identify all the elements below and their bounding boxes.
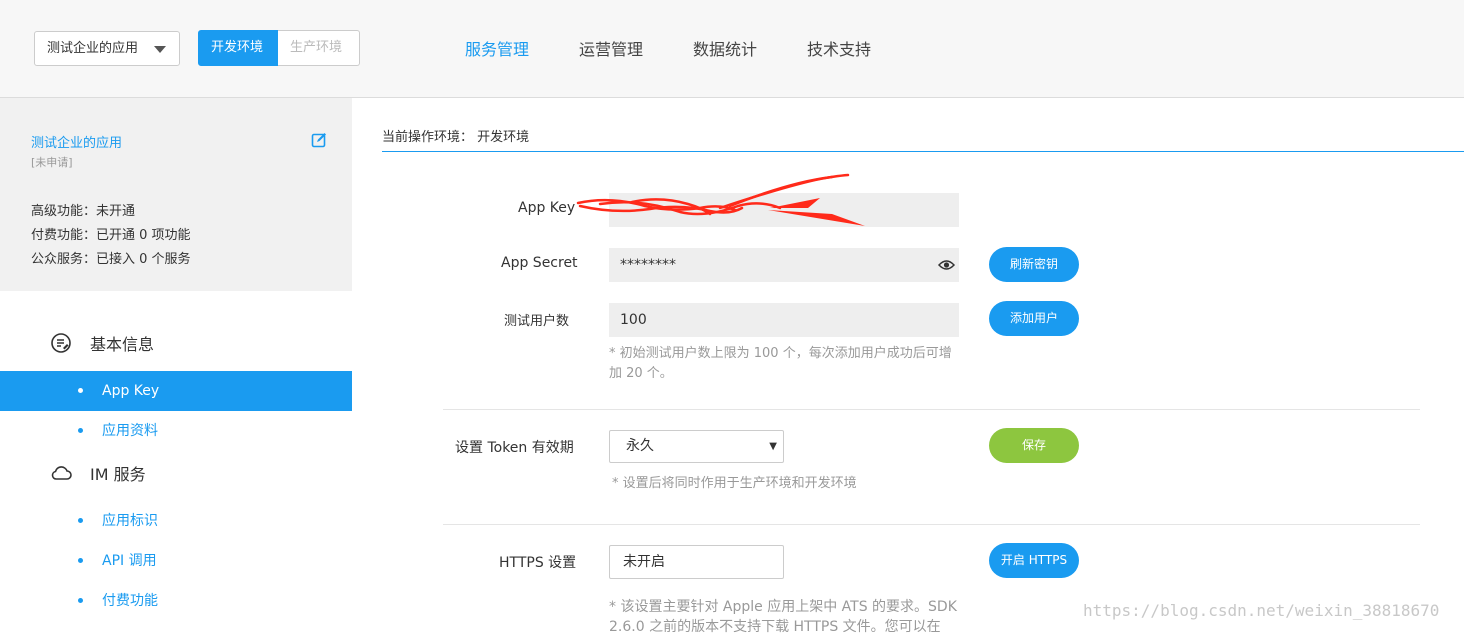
app-select-value: 测试企业的应用 bbox=[47, 41, 139, 56]
app-summary: 测试企业的应用 [未申请] 高级功能：未开通 付费功能：已开通 0 项功能 公众… bbox=[0, 98, 352, 291]
add-user-button[interactable]: 添加用户 bbox=[989, 301, 1079, 336]
bullet-icon bbox=[78, 387, 83, 393]
sidebar-item-label: 应用标识 bbox=[102, 513, 158, 529]
token-hint: * 设置后将同时作用于生产环境和开发环境 bbox=[612, 476, 857, 491]
sidebar-item-app-key[interactable]: App Key bbox=[0, 371, 352, 411]
app-secret-value: ******** bbox=[620, 257, 676, 273]
sidebar-item-paid-features[interactable]: 付费功能 bbox=[0, 581, 352, 621]
sidebar-item-label: 付费功能 bbox=[102, 593, 158, 609]
bullet-icon bbox=[78, 557, 83, 563]
nav-operations[interactable]: 运营管理 bbox=[579, 36, 643, 60]
section-divider bbox=[443, 409, 1420, 410]
sidebar-item-app-info[interactable]: 应用资料 bbox=[0, 411, 352, 451]
chevron-down-icon bbox=[154, 46, 166, 53]
https-status-field: 未开启 bbox=[609, 545, 784, 579]
bullet-icon bbox=[78, 427, 83, 433]
section-divider bbox=[443, 524, 1420, 525]
environment-switch: 开发环境 生产环境 bbox=[198, 30, 360, 66]
watermark: https://blog.csdn.net/weixin_38818670 bbox=[1083, 601, 1440, 620]
sidebar: 测试企业的应用 [未申请] 高级功能：未开通 付费功能：已开通 0 项功能 公众… bbox=[0, 98, 352, 631]
section-basic-info-label: 基本信息 bbox=[90, 335, 155, 354]
sidebar-item-label: App Key bbox=[102, 383, 160, 399]
app-status: [未申请] bbox=[31, 156, 73, 169]
env-underline bbox=[382, 151, 1464, 152]
nav-statistics[interactable]: 数据统计 bbox=[693, 36, 757, 60]
bullet-icon bbox=[78, 517, 83, 523]
app-secret-label: App Secret bbox=[501, 255, 578, 271]
test-users-field[interactable]: 100 bbox=[609, 303, 959, 337]
summary-advanced: 高级功能：未开通 bbox=[31, 204, 136, 219]
section-im-service-label: IM 服务 bbox=[90, 465, 146, 484]
dropdown-arrow-icon: ▼ bbox=[769, 441, 777, 452]
https-label: HTTPS 设置 bbox=[499, 555, 577, 571]
https-status-value: 未开启 bbox=[623, 554, 665, 570]
section-basic-info[interactable]: 基本信息 bbox=[50, 331, 154, 355]
summary-public: 公众服务：已接入 0 个服务 bbox=[31, 252, 191, 267]
summary-paid: 付费功能：已开通 0 项功能 bbox=[31, 228, 191, 243]
sidebar-item-label: API 调用 bbox=[102, 553, 157, 569]
sidebar-item-api-calls[interactable]: API 调用 bbox=[0, 541, 352, 581]
refresh-key-button[interactable]: 刷新密钥 bbox=[989, 247, 1079, 282]
eye-icon[interactable] bbox=[938, 258, 955, 272]
bullet-icon bbox=[78, 597, 83, 603]
token-label: 设置 Token 有效期 bbox=[455, 440, 574, 456]
app-key-label: App Key bbox=[518, 200, 576, 216]
enable-https-button[interactable]: 开启 HTTPS bbox=[989, 543, 1079, 578]
app-name[interactable]: 测试企业的应用 bbox=[31, 132, 122, 151]
sidebar-item-label: 应用资料 bbox=[102, 423, 158, 439]
token-validity-select[interactable]: 永久 ▼ bbox=[609, 430, 784, 463]
sidebar-item-app-id[interactable]: 应用标识 bbox=[0, 501, 352, 541]
test-users-label: 测试用户数 bbox=[504, 314, 570, 329]
https-hint: * 该设置主要针对 Apple 应用上架中 ATS 的要求。SDK 2.6.0 … bbox=[609, 599, 957, 635]
edit-icon[interactable] bbox=[311, 132, 327, 148]
save-button[interactable]: 保存 bbox=[989, 428, 1079, 463]
top-bar: 测试企业的应用 开发环境 生产环境 服务管理 运营管理 数据统计 技术支持 bbox=[0, 0, 1464, 98]
cloud-icon bbox=[51, 466, 72, 480]
test-users-value: 100 bbox=[620, 312, 647, 328]
annotation-scribble bbox=[576, 173, 865, 226]
document-list-icon bbox=[51, 333, 71, 353]
app-select[interactable]: 测试企业的应用 bbox=[34, 31, 180, 66]
current-env-label: 当前操作环境： 开发环境 bbox=[382, 130, 530, 145]
nav-service-management[interactable]: 服务管理 bbox=[465, 36, 529, 60]
env-dev-button[interactable]: 开发环境 bbox=[198, 30, 278, 66]
nav-tech-support[interactable]: 技术支持 bbox=[807, 36, 871, 60]
test-users-hint: * 初始测试用户数上限为 100 个，每次添加用户成功后可增加 20 个。 bbox=[609, 346, 952, 381]
env-prod-button[interactable]: 生产环境 bbox=[278, 30, 360, 66]
app-secret-field: ******** bbox=[609, 248, 959, 282]
token-validity-value: 永久 bbox=[626, 438, 654, 454]
section-im-service[interactable]: IM 服务 bbox=[50, 461, 146, 485]
